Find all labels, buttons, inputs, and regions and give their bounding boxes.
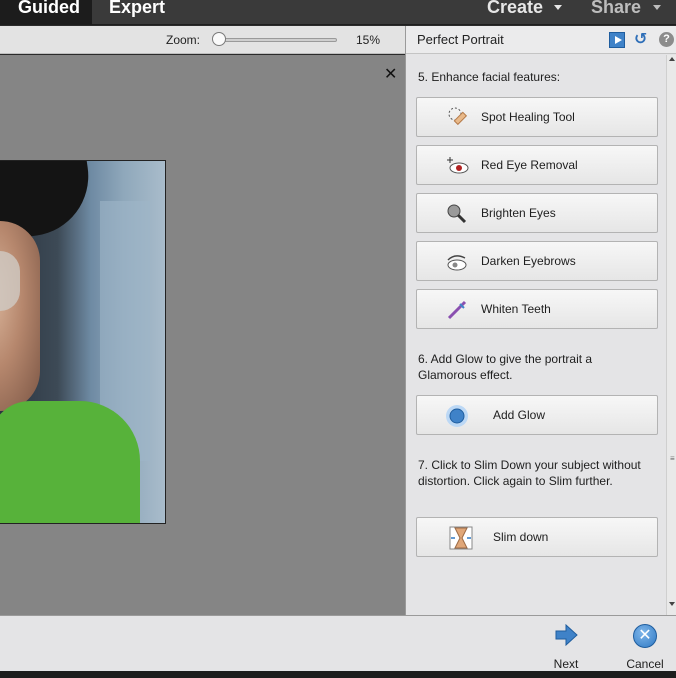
spot-healing-label: Spot Healing Tool bbox=[481, 110, 575, 124]
guided-edit-panel: Perfect Portrait ↺ ? 5. Enhance facial f… bbox=[405, 26, 676, 615]
cancel-x-icon: ✕ bbox=[633, 624, 657, 648]
next-button[interactable]: Next bbox=[541, 616, 591, 672]
scroll-grip-icon[interactable]: ≡ bbox=[670, 454, 675, 463]
image-canvas[interactable]: ✕ bbox=[0, 55, 405, 615]
portrait-photo bbox=[0, 160, 166, 524]
next-label: Next bbox=[553, 657, 579, 671]
section-7-heading: 7. Click to Slim Down your subject witho… bbox=[418, 458, 641, 488]
spot-healing-icon bbox=[448, 107, 468, 126]
glow-icon bbox=[446, 405, 468, 427]
panel-header: Perfect Portrait ↺ ? bbox=[406, 26, 676, 54]
share-menu[interactable]: Share bbox=[591, 0, 641, 16]
whiten-teeth-button[interactable]: Whiten Teeth bbox=[416, 289, 658, 329]
create-chevron-down-icon[interactable] bbox=[554, 5, 562, 10]
zoom-value: 15% bbox=[356, 33, 381, 47]
zoom-label: Zoom: bbox=[166, 33, 201, 47]
cancel-button[interactable]: ✕ Cancel bbox=[620, 616, 670, 672]
brighten-eyes-label: Brighten Eyes bbox=[481, 206, 556, 220]
spot-healing-button[interactable]: Spot Healing Tool bbox=[416, 97, 658, 137]
red-eye-removal-button[interactable]: Red Eye Removal bbox=[416, 145, 658, 185]
create-menu[interactable]: Create bbox=[487, 0, 543, 16]
bottom-bar: Next ✕ Cancel bbox=[0, 615, 676, 671]
zoom-slider-thumb[interactable] bbox=[212, 32, 226, 46]
darken-eyebrows-icon bbox=[447, 255, 467, 271]
red-eye-icon bbox=[447, 157, 469, 174]
help-icon[interactable]: ? bbox=[659, 32, 674, 47]
section-5-heading: 5. Enhance facial features: bbox=[418, 70, 561, 84]
panel-title: Perfect Portrait bbox=[417, 32, 504, 47]
zoom-slider-track[interactable] bbox=[215, 38, 337, 42]
slim-down-button[interactable]: Slim down bbox=[416, 517, 658, 557]
reset-icon[interactable]: ↺ bbox=[634, 32, 650, 48]
brighten-eyes-icon bbox=[447, 204, 467, 224]
section-6-heading: 6. Add Glow to give the portrait a Glamo… bbox=[418, 352, 593, 382]
darken-eyebrows-button[interactable]: Darken Eyebrows bbox=[416, 241, 658, 281]
share-chevron-down-icon[interactable] bbox=[653, 5, 661, 10]
zoom-bar: Zoom: 15% bbox=[0, 26, 405, 54]
darken-eyebrows-label: Darken Eyebrows bbox=[481, 254, 576, 268]
tab-expert[interactable]: Expert bbox=[109, 0, 165, 25]
brighten-eyes-button[interactable]: Brighten Eyes bbox=[416, 193, 658, 233]
top-bar: Guided Expert Create Share bbox=[0, 0, 676, 25]
slim-down-label: Slim down bbox=[493, 530, 549, 544]
cancel-label: Cancel bbox=[626, 657, 664, 671]
whiten-teeth-icon bbox=[447, 300, 467, 320]
panel-scrollbar[interactable] bbox=[666, 55, 676, 615]
close-image-icon[interactable]: ✕ bbox=[384, 67, 397, 83]
add-glow-label: Add Glow bbox=[493, 408, 546, 422]
scroll-down-icon[interactable] bbox=[669, 602, 675, 606]
whiten-teeth-label: Whiten Teeth bbox=[481, 302, 551, 316]
play-icon[interactable] bbox=[609, 32, 625, 48]
photo-shirt bbox=[0, 401, 140, 523]
scroll-up-icon[interactable] bbox=[669, 57, 675, 61]
add-glow-button[interactable]: Add Glow bbox=[416, 395, 658, 435]
slim-down-icon bbox=[449, 526, 473, 550]
next-arrow-icon bbox=[555, 624, 578, 646]
photo-face bbox=[0, 221, 40, 411]
bottom-strip bbox=[0, 671, 676, 678]
red-eye-label: Red Eye Removal bbox=[481, 158, 578, 172]
tab-guided[interactable]: Guided bbox=[0, 0, 92, 25]
